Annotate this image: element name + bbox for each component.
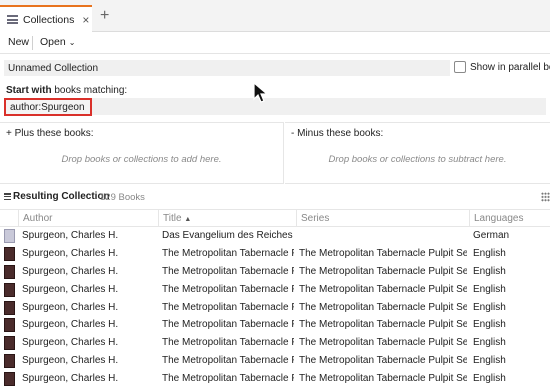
collection-name-input[interactable] bbox=[4, 60, 450, 76]
book-cover-thumbnail bbox=[4, 229, 15, 243]
title-cell: The Metropolitan Tabernacle P... bbox=[162, 355, 294, 367]
plus-books-hint: Drop books or collections to add here. bbox=[61, 154, 222, 165]
author-cell: Spurgeon, Charles H. bbox=[22, 230, 119, 241]
start-with-rest: books matching: bbox=[51, 85, 128, 96]
book-cover-thumbnail bbox=[4, 318, 15, 333]
header-title-label: Title bbox=[163, 213, 182, 224]
book-cover-thumbnail bbox=[4, 246, 15, 261]
table-row[interactable]: Spurgeon, Charles H. The Metropolitan Tab… bbox=[0, 245, 550, 263]
open-label: Open bbox=[40, 36, 66, 48]
author-cell: Spurgeon, Charles H. bbox=[22, 355, 119, 367]
results-table: Spurgeon, Charles H. Das Evangelium des R… bbox=[0, 227, 550, 388]
table-header: Author Title ▲ Series Languages bbox=[0, 209, 550, 227]
series-cell: The Metropolitan Tabernacle Pulpit Ser..… bbox=[299, 247, 467, 259]
table-row[interactable]: Spurgeon, Charles H. The Metropolitan Tab… bbox=[0, 352, 550, 370]
series-cell: The Metropolitan Tabernacle Pulpit Ser..… bbox=[299, 355, 467, 367]
results-header: Resulting Collection 129 Books bbox=[0, 190, 550, 206]
plus-books-dropzone[interactable]: + Plus these books: Drop books or collec… bbox=[0, 122, 284, 184]
author-cell: Spurgeon, Charles H. bbox=[22, 319, 119, 331]
results-title: Resulting Collection bbox=[13, 191, 110, 202]
table-row[interactable]: Spurgeon, Charles H. The Metropolitan Tab… bbox=[0, 263, 550, 281]
header-series[interactable]: Series bbox=[296, 210, 469, 227]
language-cell: English bbox=[473, 265, 506, 277]
header-cover[interactable] bbox=[0, 210, 18, 227]
language-cell: English bbox=[473, 337, 506, 349]
language-cell: English bbox=[473, 283, 506, 295]
language-cell: English bbox=[473, 355, 506, 367]
table-row[interactable]: Spurgeon, Charles H. Das Evangelium des R… bbox=[0, 227, 550, 245]
book-cover-thumbnail bbox=[4, 336, 15, 351]
tab-collections[interactable]: Collections × bbox=[0, 5, 92, 32]
book-cover-thumbnail bbox=[4, 282, 15, 297]
language-cell: German bbox=[473, 230, 510, 241]
header-author[interactable]: Author bbox=[18, 210, 158, 227]
toolbar-divider bbox=[32, 36, 33, 50]
author-cell: Spurgeon, Charles H. bbox=[22, 265, 119, 277]
sort-ascending-icon: ▲ bbox=[184, 216, 192, 223]
author-cell: Spurgeon, Charles H. bbox=[22, 283, 119, 295]
title-cell: The Metropolitan Tabernacle P... bbox=[162, 301, 294, 313]
drag-grip-icon[interactable] bbox=[541, 192, 550, 202]
language-cell: English bbox=[473, 301, 506, 313]
query-input[interactable]: author:Spurgeon bbox=[4, 98, 92, 116]
series-cell: The Metropolitan Tabernacle Pulpit Ser..… bbox=[299, 265, 467, 277]
chevron-down-icon: ⌄ bbox=[68, 38, 76, 47]
results-count: 129 Books bbox=[100, 192, 145, 203]
series-cell: The Metropolitan Tabernacle Pulpit Ser..… bbox=[299, 283, 467, 295]
tab-strip: Collections × + bbox=[0, 0, 550, 32]
menu-icon[interactable] bbox=[4, 193, 11, 200]
title-cell: The Metropolitan Tabernacle P... bbox=[162, 337, 294, 349]
series-cell: The Metropolitan Tabernacle Pulpit Ser..… bbox=[299, 319, 467, 331]
author-cell: Spurgeon, Charles H. bbox=[22, 247, 119, 259]
author-cell: Spurgeon, Charles H. bbox=[22, 373, 119, 385]
minus-books-hint: Drop books or collections to subtract he… bbox=[328, 154, 507, 165]
language-cell: English bbox=[473, 247, 506, 259]
toolbar: New Open ⌄ bbox=[0, 32, 550, 54]
title-cell: The Metropolitan Tabernacle P... bbox=[162, 265, 294, 277]
open-button[interactable]: Open ⌄ bbox=[40, 36, 75, 48]
table-row[interactable]: Spurgeon, Charles H. The Metropolitan Tab… bbox=[0, 370, 550, 388]
show-parallel-checkbox[interactable] bbox=[454, 61, 466, 73]
table-row[interactable]: Spurgeon, Charles H. The Metropolitan Tab… bbox=[0, 299, 550, 317]
close-icon[interactable]: × bbox=[82, 13, 89, 27]
minus-books-title: - Minus these books: bbox=[291, 128, 384, 139]
title-cell: Das Evangelium des Reiches bbox=[162, 230, 293, 241]
start-with-bold: Start with bbox=[6, 85, 52, 96]
title-cell: The Metropolitan Tabernacle P... bbox=[162, 319, 294, 331]
series-cell: The Metropolitan Tabernacle Pulpit Ser..… bbox=[299, 301, 467, 313]
table-row[interactable]: Spurgeon, Charles H. The Metropolitan Tab… bbox=[0, 316, 550, 334]
new-button[interactable]: New bbox=[8, 36, 29, 48]
language-cell: English bbox=[473, 319, 506, 331]
header-languages[interactable]: Languages bbox=[469, 210, 550, 227]
table-row[interactable]: Spurgeon, Charles H. The Metropolitan Tab… bbox=[0, 334, 550, 352]
book-cover-thumbnail bbox=[4, 354, 15, 369]
title-cell: The Metropolitan Tabernacle P... bbox=[162, 247, 294, 259]
add-tab-icon[interactable]: + bbox=[100, 8, 109, 24]
header-title[interactable]: Title ▲ bbox=[158, 210, 296, 227]
book-cover-thumbnail bbox=[4, 372, 15, 387]
title-cell: The Metropolitan Tabernacle P... bbox=[162, 283, 294, 295]
plus-books-title: + Plus these books: bbox=[6, 128, 94, 139]
mouse-cursor-icon bbox=[253, 82, 269, 103]
author-cell: Spurgeon, Charles H. bbox=[22, 301, 119, 313]
book-cover-thumbnail bbox=[4, 264, 15, 279]
book-cover-thumbnail bbox=[4, 300, 15, 315]
minus-books-dropzone[interactable]: - Minus these books: Drop books or colle… bbox=[285, 122, 550, 184]
show-parallel-label: Show in parallel book bbox=[470, 62, 550, 73]
tab-label: Collections bbox=[23, 13, 75, 26]
title-cell: The Metropolitan Tabernacle P... bbox=[162, 373, 294, 385]
language-cell: English bbox=[473, 373, 506, 385]
table-row[interactable]: Spurgeon, Charles H. The Metropolitan Tab… bbox=[0, 281, 550, 299]
series-cell: The Metropolitan Tabernacle Pulpit Ser..… bbox=[299, 373, 467, 385]
collections-icon bbox=[7, 15, 18, 24]
author-cell: Spurgeon, Charles H. bbox=[22, 337, 119, 349]
series-cell: The Metropolitan Tabernacle Pulpit Ser..… bbox=[299, 337, 467, 349]
start-with-label: Start with books matching: bbox=[6, 85, 127, 96]
